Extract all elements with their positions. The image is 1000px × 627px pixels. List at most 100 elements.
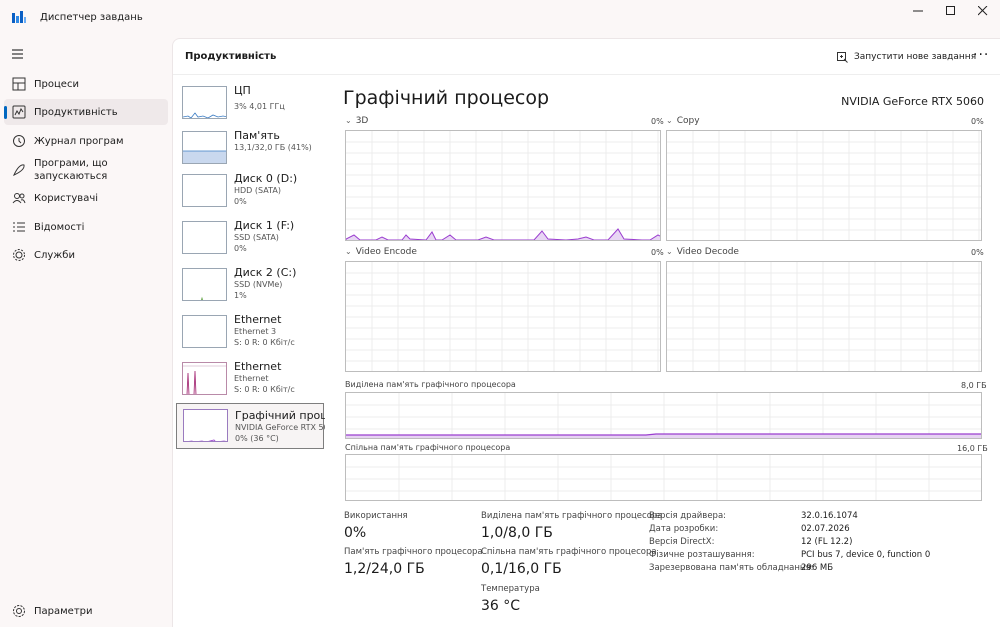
disk-0-thumbnail bbox=[182, 174, 227, 207]
device-usage: 0% (36 °C) bbox=[235, 434, 279, 443]
chevron-down-icon: ⌄ bbox=[345, 116, 352, 125]
driver-date-key: Дата розробки: bbox=[649, 524, 719, 534]
ethernet-thumbnail bbox=[182, 362, 227, 395]
shared-stat-value: 0,1/16,0 ГБ bbox=[481, 561, 562, 577]
device-detail: Ethernet 3 bbox=[234, 327, 277, 336]
nav-item-processes[interactable]: Процеси bbox=[4, 71, 168, 97]
device-memory[interactable]: Пам'ять 13,1/32,0 ГБ (41%) bbox=[176, 126, 324, 172]
details-icon bbox=[13, 222, 25, 232]
temperature-label: Температура bbox=[481, 584, 540, 594]
users-icon bbox=[12, 193, 26, 204]
gpu-memory-label: Пам'ять графічного процесора bbox=[344, 547, 483, 557]
device-disk-1[interactable]: Диск 1 (F:) SSD (SATA) 0% bbox=[176, 216, 324, 262]
device-throughput: S: 0 R: 0 Кбіт/с bbox=[234, 338, 295, 347]
nav-item-label: Програми, що запускаються bbox=[34, 158, 108, 182]
chevron-down-icon: ⌄ bbox=[345, 247, 352, 256]
device-gpu-0[interactable]: Графічний процесор 0 NVIDIA GeForce RTX … bbox=[176, 403, 325, 449]
close-icon bbox=[978, 6, 988, 16]
content-header: Продуктивність Запустити нове завдання ·… bbox=[173, 39, 1000, 75]
hamburger-menu-icon[interactable] bbox=[10, 47, 26, 61]
nav-item-label: Журнал програм bbox=[34, 135, 124, 147]
graph-video-encode bbox=[345, 261, 661, 372]
device-detail: NVIDIA GeForce RTX 5060 bbox=[235, 423, 325, 432]
device-detail: 13,1/32,0 ГБ (41%) bbox=[234, 143, 312, 152]
device-detail: SSD (NVMe) bbox=[234, 280, 283, 289]
more-options-button[interactable]: ··· bbox=[973, 47, 989, 63]
minimize-button[interactable] bbox=[901, 0, 935, 22]
engine-pct-3d: 0% bbox=[651, 117, 664, 126]
dedicated-memory-max: 8,0 ГБ bbox=[961, 381, 987, 390]
device-detail: HDD (SATA) bbox=[234, 186, 281, 195]
usage-label: Використання bbox=[344, 511, 408, 521]
task-manager-icon bbox=[12, 11, 26, 23]
shared-memory-max: 16,0 ГБ bbox=[957, 444, 988, 453]
nav-item-label: Параметри bbox=[34, 605, 93, 617]
engine-pct-copy: 0% bbox=[971, 117, 984, 126]
device-usage: 0% bbox=[234, 197, 247, 206]
gpu-thumbnail bbox=[183, 409, 228, 442]
engine-selector-copy[interactable]: ⌄ Copy bbox=[666, 116, 700, 126]
temperature-value: 36 °C bbox=[481, 598, 521, 614]
driver-version-value: 32.0.16.1074 bbox=[801, 511, 858, 521]
run-new-task-label: Запустити нове завдання bbox=[854, 52, 977, 62]
memory-thumbnail bbox=[182, 131, 227, 164]
device-ethernet-3[interactable]: Ethernet Ethernet 3 S: 0 R: 0 Кбіт/с bbox=[176, 310, 324, 356]
device-name: Диск 2 (C:) bbox=[234, 266, 297, 279]
device-disk-2[interactable]: Диск 2 (C:) SSD (NVMe) 1% bbox=[176, 263, 324, 309]
nav-item-label: Продуктивність bbox=[34, 106, 118, 118]
engine-selector-video-encode[interactable]: ⌄ Video Encode bbox=[345, 247, 417, 257]
chevron-down-icon: ⌄ bbox=[666, 116, 673, 125]
processes-icon bbox=[12, 77, 26, 91]
engine-selector-3d[interactable]: ⌄ 3D bbox=[345, 116, 368, 126]
title-bar: Диспетчер завдань bbox=[0, 0, 1000, 38]
disk-2-thumbnail bbox=[182, 268, 227, 301]
maximize-button[interactable] bbox=[934, 0, 968, 22]
device-cpu[interactable]: ЦП 3% 4,01 ГГц bbox=[176, 81, 324, 127]
device-name: Графічний процесор 0 bbox=[235, 409, 325, 422]
gear-icon bbox=[13, 605, 25, 617]
graph-dedicated-memory bbox=[345, 392, 982, 439]
nav-item-startup-apps[interactable]: Програми, що запускаються bbox=[4, 155, 168, 185]
device-name: Диск 0 (D:) bbox=[234, 172, 298, 185]
shared-stat-label: Спільна пам'ять графічного процесора bbox=[481, 547, 657, 557]
engine-pct-video-encode: 0% bbox=[651, 248, 664, 257]
minimize-icon bbox=[913, 10, 923, 12]
reserved-memory-value: 296 МБ bbox=[801, 563, 834, 573]
nav-item-settings[interactable]: Параметри bbox=[4, 598, 168, 624]
run-new-task-button[interactable]: Запустити нове завдання bbox=[837, 49, 976, 65]
disk-1-thumbnail bbox=[182, 221, 227, 254]
device-name: Пам'ять bbox=[234, 129, 280, 142]
device-detail: 3% 4,01 ГГц bbox=[234, 102, 285, 111]
device-disk-0[interactable]: Диск 0 (D:) HDD (SATA) 0% bbox=[176, 169, 324, 215]
nav-item-label: Служби bbox=[34, 249, 75, 261]
driver-date-value: 02.07.2026 bbox=[801, 524, 850, 534]
nav-item-app-history[interactable]: Журнал програм bbox=[4, 128, 168, 154]
new-task-icon bbox=[837, 51, 848, 63]
dedicated-memory-label: Виділена пам'ять графічного процесора bbox=[345, 380, 516, 389]
performance-icon bbox=[12, 105, 26, 119]
page-title: Продуктивність bbox=[185, 51, 277, 62]
nav-item-users[interactable]: Користувачі bbox=[4, 185, 168, 211]
window-title: Диспетчер завдань bbox=[40, 12, 143, 23]
engine-selector-video-decode[interactable]: ⌄ Video Decode bbox=[666, 247, 739, 257]
nav-item-label: Користувачі bbox=[34, 192, 99, 204]
device-detail: Ethernet bbox=[234, 374, 269, 383]
device-ethernet[interactable]: Ethernet Ethernet S: 0 R: 0 Кбіт/с bbox=[176, 357, 324, 403]
shared-memory-label: Спільна пам'ять графічного процесора bbox=[345, 443, 511, 452]
gpu-memory-value: 1,2/24,0 ГБ bbox=[344, 561, 425, 577]
nav-item-performance[interactable]: Продуктивність bbox=[4, 99, 168, 125]
gpu-title: Графічний процесор bbox=[343, 87, 550, 109]
active-indicator bbox=[4, 106, 7, 119]
startup-icon bbox=[12, 164, 25, 177]
nav-item-services[interactable]: Служби bbox=[4, 242, 168, 268]
maximize-icon bbox=[946, 6, 955, 15]
nav-item-details[interactable]: Відомості bbox=[4, 214, 168, 240]
ethernet-3-thumbnail bbox=[182, 315, 227, 348]
content-panel: Продуктивність Запустити нове завдання ·… bbox=[172, 38, 1000, 627]
physical-location-key: Фізичне розташування: bbox=[649, 550, 755, 560]
close-button[interactable] bbox=[966, 0, 1000, 22]
usage-value: 0% bbox=[344, 525, 367, 541]
physical-location-value: PCI bus 7, device 0, function 0 bbox=[801, 550, 931, 560]
gpu-model: NVIDIA GeForce RTX 5060 bbox=[841, 95, 984, 108]
graph-video-decode bbox=[666, 261, 982, 372]
